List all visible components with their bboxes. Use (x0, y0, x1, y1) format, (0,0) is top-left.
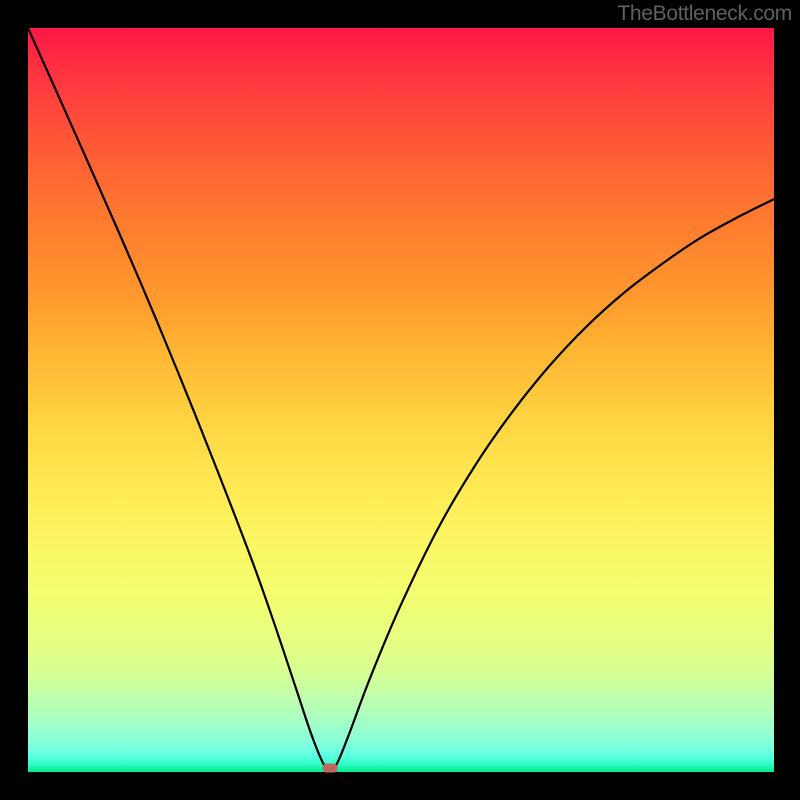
bottleneck-curve (28, 28, 774, 772)
watermark-text: TheBottleneck.com (617, 2, 792, 26)
curve-svg (28, 28, 774, 772)
plot-area (28, 28, 774, 772)
minimum-marker (323, 764, 338, 773)
